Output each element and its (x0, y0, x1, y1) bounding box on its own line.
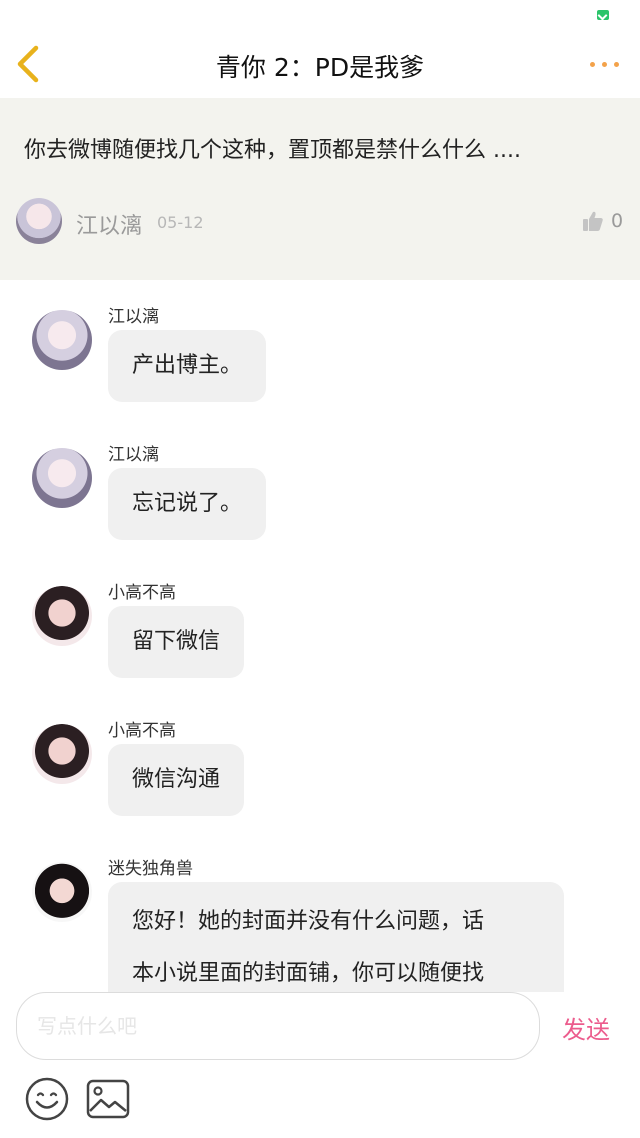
send-button[interactable]: 发送 (562, 1010, 610, 1045)
input-bar: 发送 (0, 992, 640, 1138)
post-author-name[interactable]: 江以漓 (76, 208, 142, 240)
back-button[interactable] (10, 42, 50, 86)
sender-name: 江以漓 (108, 307, 159, 327)
comment-input[interactable] (16, 992, 540, 1060)
post-date: 05-12 (157, 213, 204, 232)
message-bubble[interactable]: 微信沟通 (108, 744, 245, 816)
message-bubble[interactable]: 您好！她的封面并没有什么问题，话 本小说里面的封面铺，你可以随便找 (108, 882, 564, 992)
more-dot (602, 62, 607, 67)
avatar[interactable] (32, 586, 92, 646)
chat-list[interactable]: 江以漓 产出博主。 江以漓 忘记说了。 小高不高 留下微信 小高不高 微信沟通 … (0, 280, 640, 992)
chevron-left-icon (17, 45, 39, 83)
post-author-avatar[interactable] (16, 198, 62, 244)
image-button[interactable] (85, 1078, 131, 1120)
message-line: 本小说里面的封面铺，你可以随便找 (132, 961, 485, 986)
sender-name: 迷失独角兽 (108, 859, 193, 879)
message-bubble[interactable]: 忘记说了。 (108, 468, 267, 540)
message-bubble[interactable]: 留下微信 (108, 606, 245, 678)
more-button[interactable] (588, 52, 622, 76)
message-line: 您好！她的封面并没有什么问题，话 (132, 909, 485, 934)
nav-bar: 青你 2：PD是我爹 (0, 28, 640, 98)
like-count: 0 (611, 210, 624, 232)
avatar[interactable] (32, 310, 92, 370)
image-icon (86, 1079, 130, 1119)
sender-name: 江以漓 (108, 445, 159, 465)
post-card: 你去微博随便找几个这种，置顶都是禁什么什么 .... 江以漓 05-12 0 (0, 98, 640, 280)
more-dot (614, 62, 619, 67)
sender-name: 小高不高 (108, 583, 176, 603)
post-text[interactable]: 你去微博随便找几个这种，置顶都是禁什么什么 .... (24, 132, 624, 164)
page-title: 青你 2：PD是我爹 (215, 53, 425, 82)
avatar[interactable] (32, 862, 92, 922)
thumbs-up-icon[interactable] (582, 210, 604, 232)
message-bubble[interactable]: 产出博主。 (108, 330, 267, 402)
status-bar (0, 0, 640, 28)
battery-icon (597, 10, 609, 20)
sender-name: 小高不高 (108, 721, 176, 741)
smiley-icon (25, 1077, 69, 1121)
more-dots-icon (590, 62, 595, 67)
avatar[interactable] (32, 724, 92, 784)
emoji-button[interactable] (24, 1076, 70, 1122)
avatar[interactable] (32, 448, 92, 508)
